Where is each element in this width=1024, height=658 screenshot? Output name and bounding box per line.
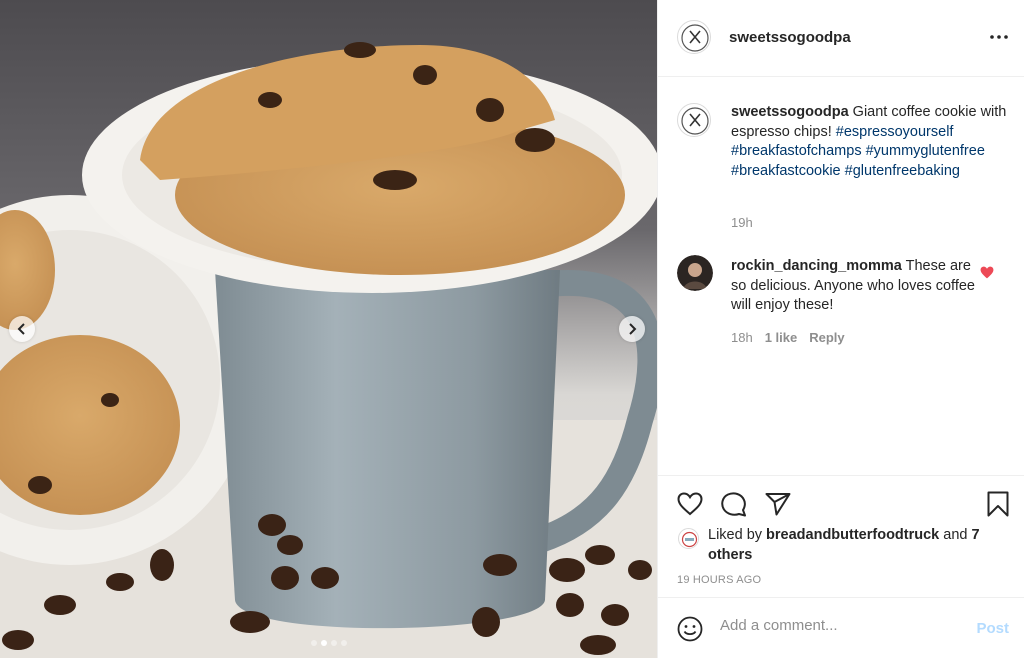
author-avatar[interactable]	[677, 20, 711, 54]
heart-icon	[677, 492, 703, 516]
caption-time[interactable]: 19h	[731, 215, 753, 230]
post-header: sweetssogoodpa	[658, 0, 1024, 77]
carousel-next-button[interactable]	[619, 316, 645, 342]
likes-summary: Liked by breadandbutterfoodtruck and 7 o…	[708, 525, 1008, 565]
emoji-button[interactable]	[677, 616, 703, 647]
comment-like-button[interactable]	[980, 266, 994, 284]
comment-button[interactable]	[720, 490, 748, 518]
chevron-left-icon	[17, 323, 25, 335]
logo-icon	[681, 107, 709, 135]
reply-button[interactable]: Reply	[809, 330, 844, 345]
hashtag[interactable]: #breakfastofchamps	[731, 143, 862, 159]
comments-list[interactable]: sweetssogoodpa Giant coffee cookie with …	[658, 77, 1024, 475]
carousel-indicator	[0, 640, 657, 646]
comment-icon	[721, 492, 746, 517]
logo-icon	[679, 529, 698, 548]
post-actions: Liked by breadandbutterfoodtruck and 7 o…	[658, 475, 1024, 597]
hashtag[interactable]: #yummyglutenfree	[866, 143, 985, 159]
likes-joiner: and	[943, 527, 968, 543]
carousel-prev-button[interactable]	[9, 316, 35, 342]
hashtag[interactable]: #espressoyourself	[836, 124, 954, 140]
photo-image	[0, 0, 657, 658]
like-button[interactable]	[676, 490, 704, 518]
comment-username[interactable]: rockin_dancing_momma	[731, 258, 902, 274]
post-timestamp[interactable]: 19 HOURS AGO	[677, 574, 761, 586]
caption-author-avatar[interactable]	[677, 103, 711, 137]
author-username[interactable]: sweetssogoodpa	[729, 29, 851, 46]
carousel-dot	[320, 640, 327, 646]
comment-input[interactable]	[720, 617, 960, 634]
commenter-avatar[interactable]	[677, 255, 713, 291]
bookmark-icon	[987, 491, 1009, 517]
liker-avatar[interactable]	[678, 528, 699, 549]
chevron-right-icon	[629, 323, 637, 335]
likes-prefix: Liked by	[708, 527, 763, 543]
comment: rockin_dancing_momma These are so delici…	[731, 257, 976, 316]
comment-time[interactable]: 18h	[731, 330, 753, 345]
paper-plane-icon	[765, 493, 791, 516]
carousel-dot	[340, 640, 347, 646]
add-comment-bar: Post	[658, 597, 1024, 658]
carousel-dot	[310, 640, 317, 646]
profile-photo-icon	[677, 255, 713, 291]
hashtag[interactable]: #glutenfreebaking	[845, 163, 960, 179]
save-button[interactable]	[984, 490, 1012, 518]
hashtag[interactable]: #breakfastcookie	[731, 163, 841, 179]
post-caption: sweetssogoodpa Giant coffee cookie with …	[731, 103, 1011, 181]
liker-username[interactable]: breadandbutterfoodtruck	[766, 527, 939, 543]
caption-username[interactable]: sweetssogoodpa	[731, 104, 849, 120]
more-horizontal-icon	[990, 35, 1008, 39]
post-comment-button[interactable]: Post	[976, 620, 1009, 637]
heart-filled-icon	[980, 266, 994, 279]
carousel-dot	[330, 640, 337, 646]
comment-likes[interactable]: 1 like	[765, 330, 798, 345]
logo-icon	[681, 24, 709, 52]
post-photo[interactable]	[0, 0, 657, 658]
comment-meta: 18h 1 like Reply	[731, 330, 845, 345]
share-button[interactable]	[764, 490, 792, 518]
post-side-panel: sweetssogoodpa sweetssogoodpa Giant coff…	[657, 0, 1024, 658]
more-options-button[interactable]	[987, 27, 1011, 47]
smiley-icon	[677, 616, 703, 642]
